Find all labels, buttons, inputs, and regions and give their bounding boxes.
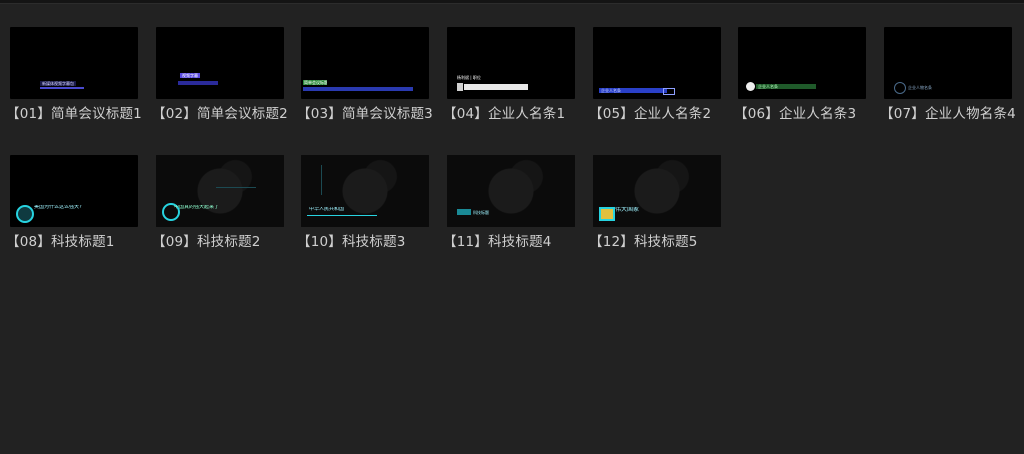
template-thumbnail[interactable]: 美国为什么这么强大? <box>10 155 138 227</box>
tech-tag <box>457 209 471 215</box>
template-thumbnail[interactable]: 视频字幕 <box>156 27 284 99</box>
thumb-underline <box>40 87 84 89</box>
thumb-caption: 杨利斌 | 职位 <box>457 75 481 80</box>
tech-ring-icon <box>16 205 34 223</box>
thumb-caption: 新媒体视频字幕包 <box>40 81 76 86</box>
template-label: 【06】企业人名条3 <box>734 106 857 122</box>
template-label: 【07】企业人物名条4 <box>880 106 1016 122</box>
tech-background <box>447 155 575 227</box>
thumb-caption: 科技标题 <box>473 210 489 215</box>
tech-line <box>321 165 322 195</box>
thumb-bar <box>303 87 413 91</box>
ball-icon <box>746 82 755 91</box>
template-label: 【02】简单会议标题2 <box>152 106 288 122</box>
circle-icon <box>894 82 906 94</box>
tech-line <box>216 187 256 188</box>
template-label: 【12】科技标题5 <box>589 234 698 250</box>
thumb-caption: 企业人名条 <box>599 88 667 93</box>
thumb-tag <box>663 88 675 95</box>
template-label: 【01】简单会议标题1 <box>6 106 142 122</box>
mail-icon <box>599 207 615 221</box>
thumb-caption: 美国为什么这么强大? <box>34 205 82 210</box>
template-label: 【05】企业人名条2 <box>589 106 712 122</box>
template-thumbnail[interactable]: 杨利斌 | 职位 <box>447 27 575 99</box>
template-thumbnail[interactable]: 简单会议标题 <box>301 27 429 99</box>
thumb-caption: 中华人民共和国 <box>309 207 345 212</box>
template-thumbnail[interactable]: 企业人物名条 <box>884 27 1012 99</box>
tech-underline <box>307 215 377 216</box>
thumb-caption: 视频字幕 <box>180 73 200 78</box>
template-thumbnail[interactable]: 科技标题 <box>447 155 575 227</box>
template-label: 【03】简单会议标题3 <box>297 106 433 122</box>
template-thumbnail[interactable]: 企业人名条 <box>738 27 866 99</box>
template-thumbnail[interactable]: 企业人名条 <box>593 27 721 99</box>
template-label: 【11】科技标题4 <box>443 234 552 250</box>
template-label: 【08】科技标题1 <box>6 234 115 250</box>
template-grid: 新媒体视频字幕包 【01】简单会议标题1 视频字幕 【02】简单会议标题2 简单… <box>0 0 1024 454</box>
template-label: 【09】科技标题2 <box>152 234 261 250</box>
template-thumbnail[interactable]: 中华人民共和国 <box>301 155 429 227</box>
thumb-caption: 企业人物名条 <box>908 85 932 90</box>
thumb-bar <box>178 81 218 85</box>
thumb-caption: 中国真的强大起来了 <box>174 205 220 210</box>
template-thumbnail[interactable]: 中国真的强大起来了 <box>156 155 284 227</box>
template-label: 【10】科技标题3 <box>297 234 406 250</box>
thumb-bar <box>464 84 528 90</box>
avatar-icon <box>457 83 463 91</box>
thumb-caption: 企业人名条 <box>756 84 816 89</box>
template-thumbnail[interactable]: 新媒体视频字幕包 <box>10 27 138 99</box>
template-thumbnail[interactable]: 伟大国家 <box>593 155 721 227</box>
thumb-caption: 简单会议标题 <box>303 80 327 85</box>
template-label: 【04】企业人名条1 <box>443 106 566 122</box>
thumb-caption: 伟大国家 <box>615 207 640 212</box>
